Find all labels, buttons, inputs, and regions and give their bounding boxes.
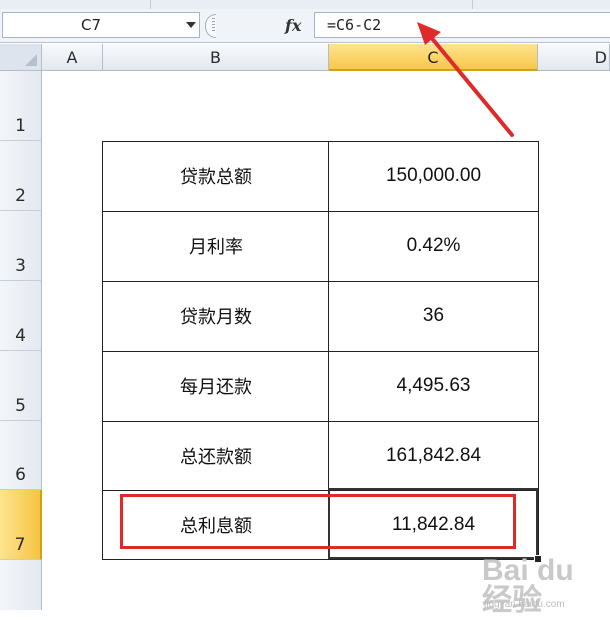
watermark-url: jingyan.baidu.com bbox=[484, 599, 565, 610]
watermark: Bai du 经验 jingyan.baidu.com bbox=[482, 556, 608, 616]
arrow-head-icon bbox=[417, 22, 441, 45]
annotation-arrow bbox=[417, 22, 514, 137]
arrow-shaft bbox=[428, 34, 514, 137]
